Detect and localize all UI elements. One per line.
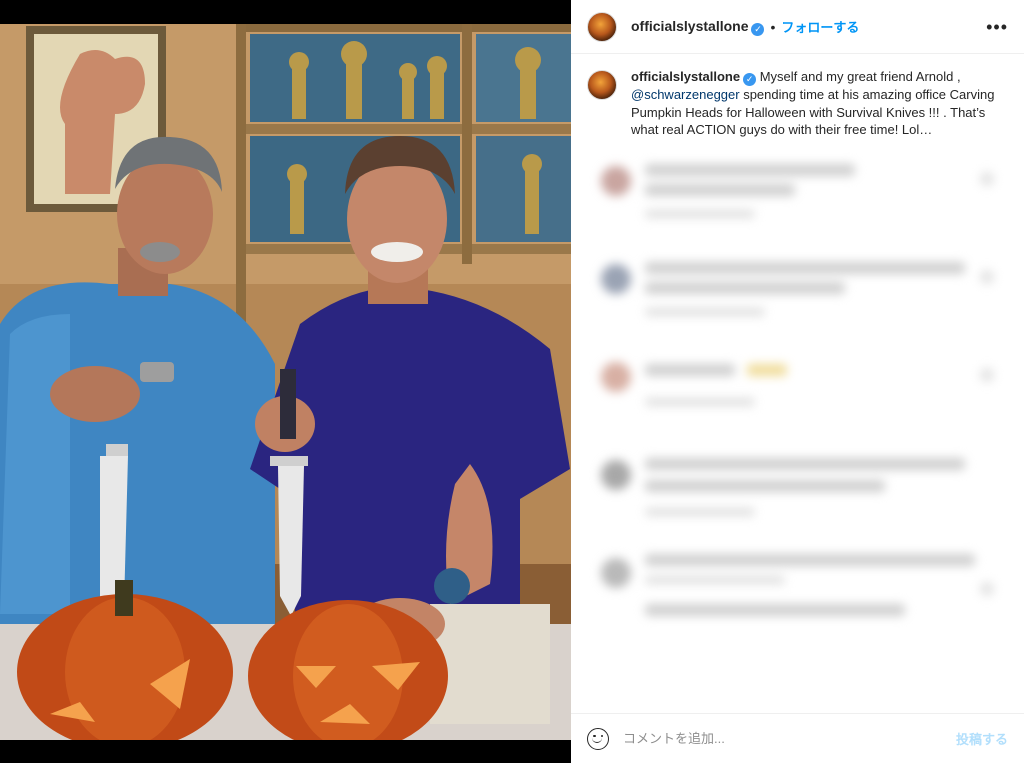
comment-text-placeholder <box>645 480 885 492</box>
author-username[interactable]: officialslystallone ✓ <box>631 18 765 36</box>
list-item <box>587 336 1008 434</box>
comment-text-placeholder <box>645 262 965 274</box>
comment-meta-placeholder <box>645 508 755 516</box>
list-item <box>587 434 1008 532</box>
like-heart-icon <box>980 172 994 186</box>
emoji-icon[interactable] <box>587 727 609 750</box>
emoji-icon-mouth <box>592 737 602 743</box>
author-username-text[interactable]: officialslystallone <box>631 18 748 34</box>
list-item <box>587 532 1008 630</box>
comment-meta-placeholder <box>645 398 755 406</box>
comment-meta-placeholder <box>645 576 785 584</box>
comment-text-placeholder <box>645 604 905 616</box>
comment-avatar <box>601 166 631 196</box>
comment-avatar <box>601 264 631 294</box>
like-heart-icon <box>980 582 994 596</box>
like-heart-icon <box>980 270 994 284</box>
post-media-panel <box>0 0 571 763</box>
add-comment-bar: 投稿する <box>571 713 1024 763</box>
caption-mention-link[interactable]: @schwarzenegger <box>631 87 740 102</box>
comment-meta-placeholder <box>645 210 755 218</box>
comment-text-placeholder <box>645 554 975 566</box>
post-photo[interactable] <box>0 24 571 740</box>
like-heart-icon <box>980 368 994 382</box>
comment-meta-placeholder <box>645 308 765 316</box>
caption-avatar[interactable] <box>587 70 617 100</box>
caption-text: officialslystallone ✓ Myself and my great… <box>631 68 1001 140</box>
header-separator: • <box>770 18 776 35</box>
more-options-icon[interactable]: ••• <box>986 18 1008 36</box>
post-sidebar: officialslystallone ✓ • フォローする ••• offici… <box>571 0 1024 763</box>
follow-button[interactable]: フォローする <box>781 17 859 36</box>
comment-text-placeholder <box>645 282 845 294</box>
comment-input[interactable] <box>623 731 956 746</box>
comment-text-placeholder <box>645 458 965 470</box>
author-avatar[interactable] <box>587 11 617 42</box>
caption-verified-badge-icon: ✓ <box>743 73 757 86</box>
comment-avatar <box>601 460 631 490</box>
comment-text-placeholder <box>645 164 855 176</box>
post-caption: officialslystallone ✓ Myself and my great… <box>571 54 1024 140</box>
photo-illustration <box>0 24 571 740</box>
comments-list[interactable] <box>571 140 1024 718</box>
list-item <box>587 140 1008 238</box>
blurred-comments <box>571 140 1024 630</box>
comment-avatar <box>601 558 631 588</box>
post-comment-button[interactable]: 投稿する <box>956 729 1008 748</box>
list-item <box>587 238 1008 336</box>
verified-badge-icon: ✓ <box>751 22 765 36</box>
comment-text-placeholder <box>645 364 735 376</box>
comment-avatar <box>601 362 631 392</box>
comment-text-placeholder <box>645 184 795 196</box>
caption-body-1: Myself and my great friend Arnold , <box>756 69 961 84</box>
post-header: officialslystallone ✓ • フォローする ••• <box>571 0 1024 54</box>
caption-username[interactable]: officialslystallone <box>631 69 740 84</box>
comment-emoji-placeholder <box>747 364 787 376</box>
